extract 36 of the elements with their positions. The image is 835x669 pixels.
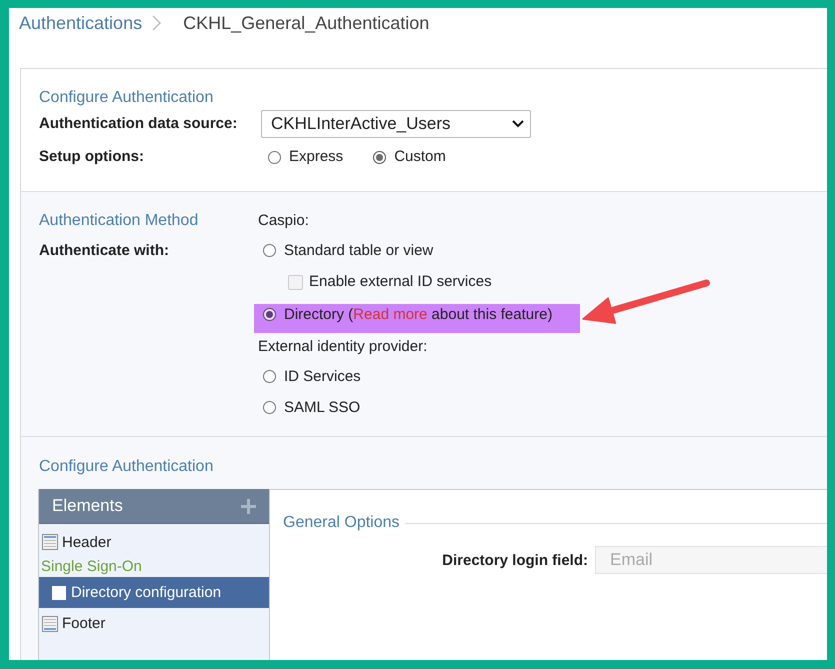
breadcrumb-link[interactable]: Authentications [19, 12, 142, 34]
section-title: Authentication Method [39, 212, 198, 230]
field-label: Authenticate with: [39, 242, 170, 260]
radio-button[interactable] [263, 244, 276, 257]
radio-button[interactable] [263, 370, 276, 383]
footer-section-icon [42, 616, 58, 632]
radio-button[interactable] [373, 150, 386, 164]
page-title: CKHL_General_Authentication [183, 12, 430, 34]
panel-title: Elements [52, 496, 123, 516]
section-title: Configure Authentication [39, 458, 214, 476]
section-title: Configure Authentication [39, 89, 214, 107]
page-icon [52, 586, 66, 600]
option-label: Enable external ID services [309, 273, 492, 291]
radio-button[interactable] [263, 308, 276, 321]
option-label: SAML SSO [284, 398, 360, 416]
option-label: ID Services [284, 368, 361, 386]
field-label: Setup options: [39, 148, 145, 166]
data-source-dropdown[interactable]: CKHLInterActive_Users [261, 110, 531, 138]
fieldset-legend: General Options [283, 513, 400, 533]
field-label: Authentication data source: [39, 115, 238, 133]
chevron-right-icon [152, 15, 162, 31]
element-item[interactable]: Directory configuration [39, 577, 269, 608]
field-label: Directory login field: [441, 552, 588, 568]
option-label: Standard table or view [284, 242, 434, 260]
element-item[interactable]: Header [39, 527, 269, 557]
radio-button[interactable] [268, 150, 281, 164]
chevron-down-icon [512, 120, 524, 128]
option-label: Custom [394, 148, 446, 166]
header-section-icon [42, 534, 58, 550]
option-label: Express [289, 148, 344, 166]
group-label: External identity provider: [258, 338, 428, 356]
element-item[interactable]: Footer [39, 608, 269, 639]
group-label: Single Sign-On [40, 557, 143, 576]
option-label: Directory (Read more about this feature) [284, 305, 552, 324]
radio-button[interactable] [263, 401, 276, 414]
group-label: Caspio: [258, 212, 309, 230]
